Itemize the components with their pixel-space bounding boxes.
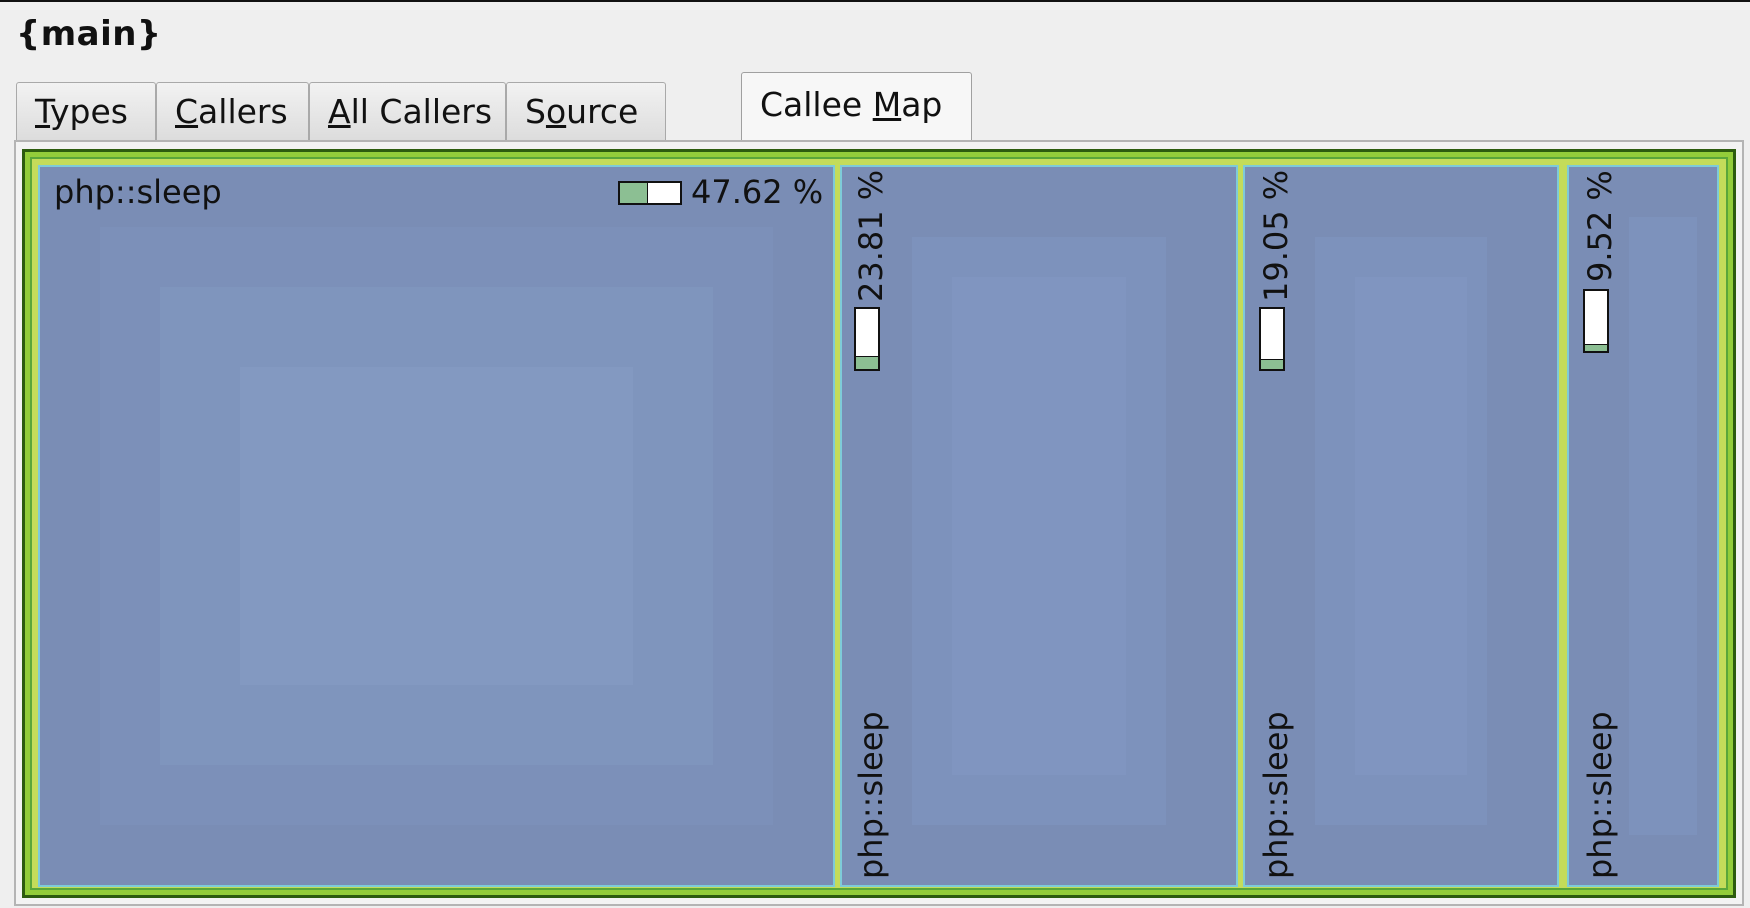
cost-bar-fill [1585, 344, 1607, 351]
tab-accel: o [545, 92, 567, 131]
cost-bar-fill [856, 356, 878, 369]
panel-title: {main} [16, 14, 162, 54]
cost-bar [854, 307, 880, 371]
tab-label-pre: S [525, 92, 546, 131]
tab-label-pre: Callee [760, 85, 873, 124]
cost-bar [618, 181, 682, 205]
tab-accel: M [872, 85, 902, 124]
tab-source[interactable]: Source [506, 82, 666, 141]
window-top-border [0, 0, 1750, 2]
tab-accel: A [328, 92, 351, 131]
cell-function-name: php::sleep [1581, 711, 1619, 879]
cost-bar-fill [620, 183, 648, 203]
cell-shading [1355, 277, 1467, 775]
cell-cost-percent: 23.81 % [852, 169, 890, 302]
cell-shading [1629, 217, 1697, 835]
callee-map-cell[interactable]: 9.52 % php::sleep [1567, 165, 1719, 887]
tab-label-post: ll Callers [350, 92, 493, 131]
callee-map[interactable]: php::sleep 47.62 % 23.81 % php::sleep 19… [22, 149, 1736, 898]
tab-label-post: ap [901, 85, 943, 124]
callee-map-root-area[interactable]: php::sleep 47.62 % 23.81 % php::sleep 19… [30, 157, 1728, 890]
tab-callers[interactable]: Callers [156, 82, 309, 141]
cell-shading [240, 367, 633, 685]
cost-bar [1259, 307, 1285, 371]
cost-bar [1583, 289, 1609, 353]
tab-label-post: urce [566, 92, 639, 131]
callee-map-cell[interactable]: php::sleep 47.62 % [38, 165, 835, 887]
cell-cost-percent: 19.05 % [1257, 169, 1295, 302]
cell-function-name: php::sleep [54, 173, 222, 211]
cell-cost-percent: 9.52 % [1581, 170, 1619, 282]
callee-map-cell[interactable]: 23.81 % php::sleep [840, 165, 1238, 887]
tab-accel: C [175, 92, 199, 131]
cell-function-name: php::sleep [852, 711, 890, 879]
cost-bar-fill [1261, 359, 1283, 369]
tab-label-post: allers [198, 92, 288, 131]
tab-callee-map[interactable]: Callee Map [741, 72, 972, 142]
callee-map-cell[interactable]: 19.05 % php::sleep [1243, 165, 1559, 887]
tab-accel: T [35, 92, 51, 131]
tab-all-callers[interactable]: All Callers [309, 82, 506, 141]
cell-cost-percent: 47.62 % [691, 173, 824, 211]
cell-function-name: php::sleep [1257, 711, 1295, 879]
tab-label-post: ypes [50, 92, 129, 131]
cell-shading [952, 277, 1126, 775]
tab-types[interactable]: Types [16, 82, 156, 141]
